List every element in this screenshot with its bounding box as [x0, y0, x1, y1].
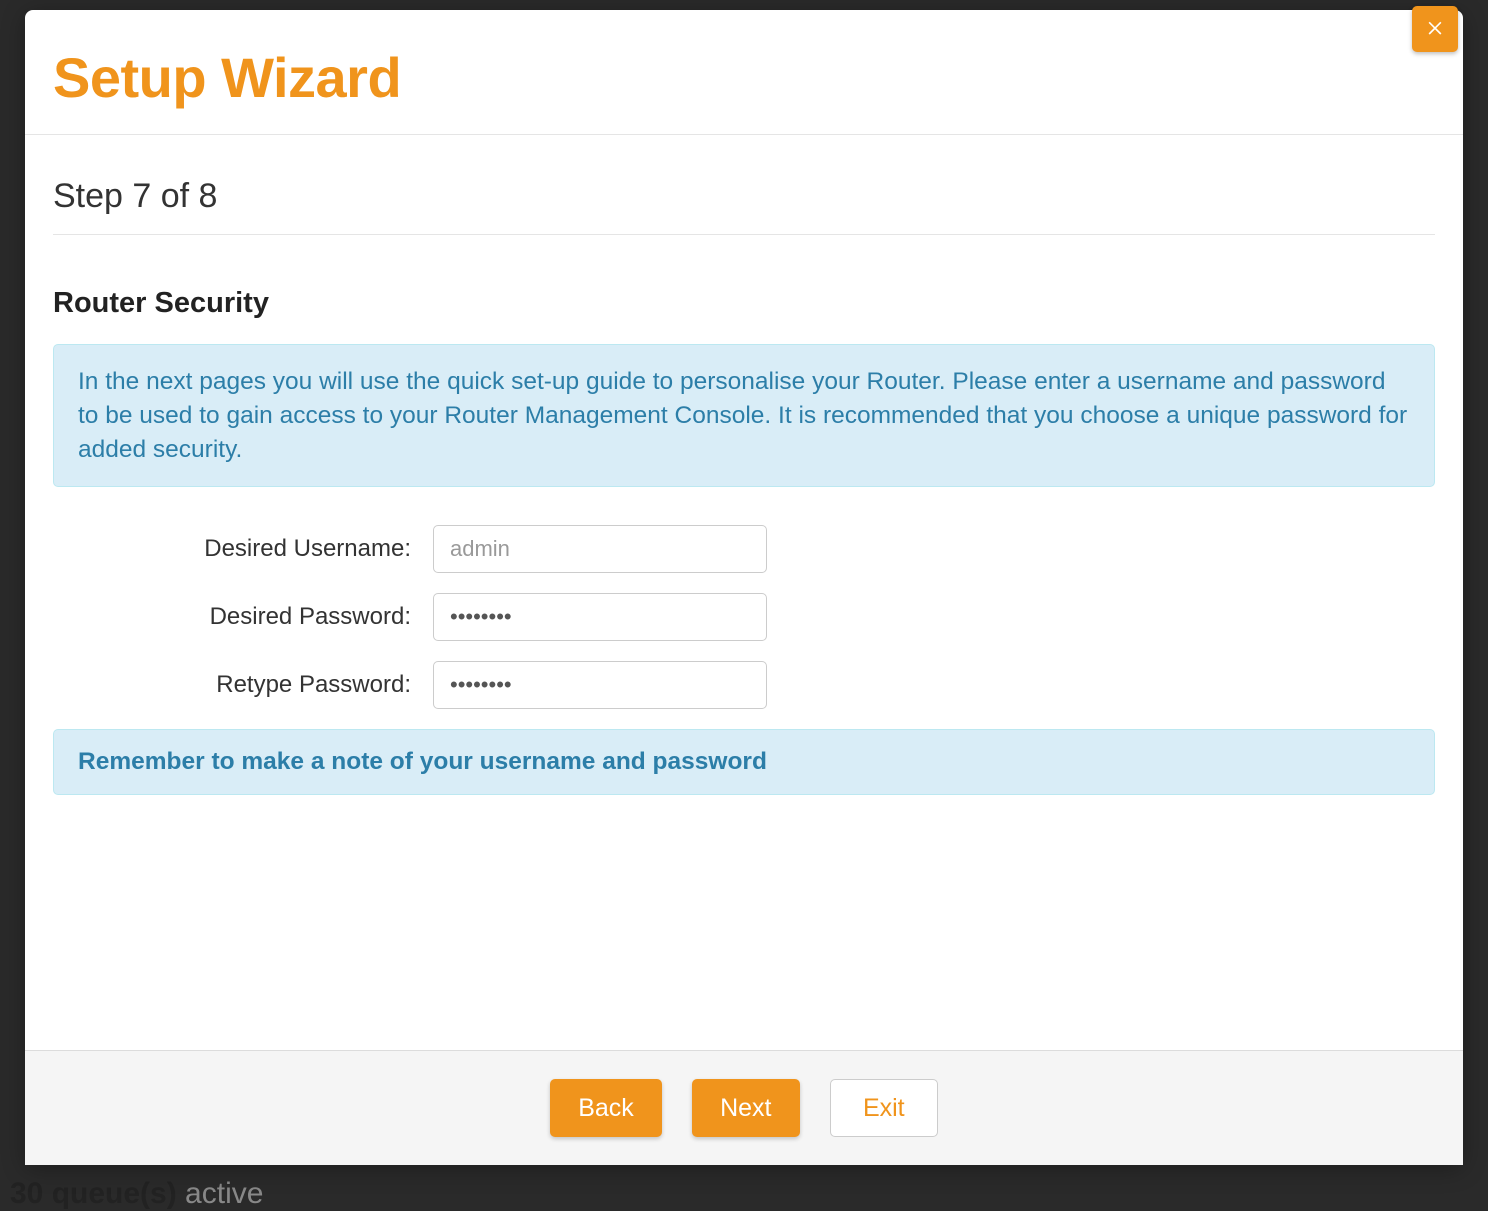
setup-wizard-modal: Setup Wizard Step 7 of 8 Router Security… [25, 10, 1463, 1165]
exit-button[interactable]: Exit [830, 1079, 938, 1137]
form-row-username: Desired Username: [53, 525, 1435, 573]
modal-header: Setup Wizard [25, 10, 1463, 135]
form-row-password: Desired Password: [53, 593, 1435, 641]
reminder-alert: Remember to make a note of your username… [53, 729, 1435, 795]
username-label: Desired Username: [53, 535, 433, 563]
modal-body: Step 7 of 8 Router Security In the next … [25, 135, 1463, 1050]
password-field[interactable] [433, 593, 767, 641]
close-button[interactable] [1412, 6, 1458, 52]
modal-footer: Back Next Exit [25, 1050, 1463, 1165]
step-indicator: Step 7 of 8 [53, 177, 1435, 235]
page-title: Setup Wizard [53, 45, 1435, 110]
retype-password-label: Retype Password: [53, 671, 433, 699]
background-queue-status: 30 queue(s) active [10, 1177, 263, 1211]
queue-count: 30 queue(s) [10, 1177, 177, 1210]
queue-state: active [177, 1177, 264, 1210]
close-icon [1425, 16, 1445, 43]
section-title: Router Security [53, 287, 1435, 320]
back-button[interactable]: Back [550, 1079, 662, 1137]
form-row-retype: Retype Password: [53, 661, 1435, 709]
info-alert: In the next pages you will use the quick… [53, 344, 1435, 487]
retype-password-field[interactable] [433, 661, 767, 709]
username-field[interactable] [433, 525, 767, 573]
password-label: Desired Password: [53, 603, 433, 631]
next-button[interactable]: Next [692, 1079, 800, 1137]
